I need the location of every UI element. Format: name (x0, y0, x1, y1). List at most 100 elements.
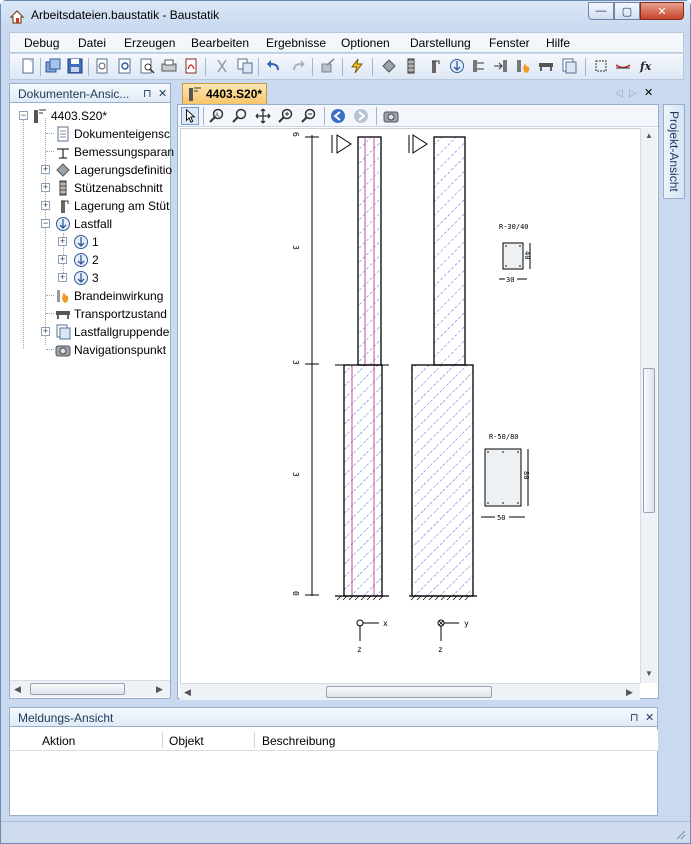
menu-debug[interactable]: Debug (24, 36, 59, 50)
tab-scroll-right-icon[interactable]: ▷ (629, 88, 637, 99)
expand-toggle-root[interactable]: − (19, 111, 28, 120)
pin-icon[interactable]: ⊓ (143, 87, 152, 100)
new-document-icon[interactable] (20, 58, 36, 74)
calculate-icon[interactable] (349, 58, 365, 74)
menu-darstellung[interactable]: Darstellung (410, 36, 471, 50)
load-case-tool-icon[interactable] (449, 58, 465, 74)
zoom-window-icon[interactable] (232, 108, 248, 124)
zoom-out-icon[interactable] (301, 108, 317, 124)
redo-icon[interactable] (290, 58, 306, 74)
expand-toggle-column-support[interactable]: + (41, 201, 50, 210)
undo-icon[interactable] (266, 58, 282, 74)
expand-toggle-load-case-3[interactable]: + (58, 273, 67, 282)
menu-datei[interactable]: Datei (78, 36, 106, 50)
maximize-button[interactable]: ▢ (614, 2, 640, 20)
cut-icon[interactable] (214, 58, 230, 74)
menu-erzeugen[interactable]: Erzeugen (124, 36, 175, 50)
expand-toggle-load-case[interactable]: − (41, 219, 50, 228)
expand-toggle-support-definition[interactable]: + (41, 165, 50, 174)
menu-optionen[interactable]: Optionen (341, 36, 390, 50)
load-tool-icon[interactable] (471, 58, 487, 74)
tree-item-load-case-1[interactable]: 1 (73, 233, 99, 250)
scroll-thumb[interactable] (30, 683, 125, 695)
scroll-left-icon[interactable]: ◀ (14, 684, 21, 695)
expand-toggle-load-group[interactable]: + (41, 327, 50, 336)
scroll-down-icon[interactable]: ▼ (645, 669, 653, 678)
pdf-export-icon[interactable] (183, 58, 199, 74)
print-icon[interactable] (161, 58, 177, 74)
axis-symbol-yz: y z (437, 619, 469, 654)
scroll-right-icon[interactable]: ▶ (156, 684, 163, 695)
fire-tool-icon[interactable] (515, 58, 531, 74)
app-home-icon (9, 10, 25, 24)
canvas-horizontal-scrollbar[interactable]: ◀ ▶ (180, 683, 640, 700)
tree-item-support-definition[interactable]: Lagerungsdefinitio (55, 161, 172, 178)
minimize-button[interactable]: — (588, 2, 614, 20)
document-close-icon[interactable]: ✕ (644, 86, 653, 99)
scroll-left-icon[interactable]: ◀ (184, 687, 191, 698)
open-multiple-icon[interactable] (45, 58, 61, 74)
tab-scroll-left-icon[interactable]: ◁ (615, 88, 623, 99)
column-header-description[interactable]: Beschreibung (262, 734, 335, 748)
panel-close-icon[interactable]: ✕ (158, 87, 167, 100)
section2-label: R-50/80 (489, 433, 519, 441)
tree-item-document-properties[interactable]: Dokumenteigensc (55, 125, 170, 142)
page-setup-icon[interactable] (94, 58, 110, 74)
menu-hilfe[interactable]: Hilfe (546, 36, 570, 50)
load-group-tool-icon[interactable] (561, 58, 577, 74)
column-section-tool-icon[interactable] (403, 58, 419, 74)
panel-close-icon[interactable]: ✕ (645, 711, 654, 724)
transfer-icon[interactable] (320, 58, 336, 74)
pan-icon[interactable] (255, 108, 271, 124)
save-icon[interactable] (67, 58, 83, 74)
tree-item-load-group[interactable]: Lastfallgruppende (55, 323, 169, 340)
zoom-in-icon[interactable] (278, 108, 294, 124)
canvas-vertical-scrollbar[interactable]: ▲ ▼ (640, 128, 657, 683)
print-preview-icon[interactable] (117, 58, 133, 74)
forward-icon[interactable] (353, 108, 369, 124)
close-button[interactable]: ✕ (640, 2, 684, 20)
pin-icon[interactable]: ⊓ (630, 711, 639, 724)
vscroll-thumb[interactable] (643, 368, 655, 513)
beam-load-icon[interactable] (615, 58, 631, 74)
horizontal-load-icon[interactable] (493, 58, 509, 74)
tree-item-navigation[interactable]: Navigationspunkt (55, 341, 166, 358)
formula-icon[interactable]: fx (638, 58, 654, 74)
support-icon[interactable] (381, 58, 397, 74)
tree-item-column-support[interactable]: Lagerung am Stüt (55, 197, 169, 214)
tree-item-design-parameters[interactable]: Bemessungsparan (55, 143, 174, 160)
tree-item-load-case-2[interactable]: 2 (73, 251, 99, 268)
column-support-tool-icon[interactable] (426, 58, 442, 74)
column-header-action[interactable]: Aktion (42, 734, 75, 748)
tree-item-load-case-3[interactable]: 3 (73, 269, 99, 286)
hscroll-thumb[interactable] (326, 686, 492, 698)
pointer-icon[interactable] (181, 107, 199, 125)
menu-bearbeiten[interactable]: Bearbeiten (191, 36, 249, 50)
document-tab[interactable]: 4403.S20* (182, 83, 267, 104)
camera-icon[interactable] (383, 108, 399, 124)
selection-box-icon[interactable] (593, 58, 609, 74)
column-header-object[interactable]: Objekt (169, 734, 204, 748)
tree-item-fire[interactable]: Brandeinwirkung (55, 287, 163, 304)
expand-toggle-column-section[interactable]: + (41, 183, 50, 192)
tree-item-transport[interactable]: Transportzustand (55, 305, 167, 322)
back-icon[interactable] (330, 108, 346, 124)
copy-icon[interactable] (237, 58, 253, 74)
tree-horizontal-scrollbar[interactable]: ◀ ▶ (10, 680, 170, 697)
menu-fenster[interactable]: Fenster (489, 36, 530, 50)
tree-item-column-section[interactable]: Stützenabschnitt (55, 179, 163, 196)
preview-zoom-icon[interactable] (139, 58, 155, 74)
expand-toggle-load-case-1[interactable]: + (58, 237, 67, 246)
scroll-up-icon[interactable]: ▲ (645, 131, 653, 140)
transport-tool-icon[interactable] (538, 58, 554, 74)
expand-toggle-load-case-2[interactable]: + (58, 255, 67, 264)
scroll-right-icon[interactable]: ▶ (626, 687, 633, 698)
resize-grip-icon[interactable] (674, 828, 686, 840)
project-view-tab[interactable]: Projekt-Ansicht (663, 104, 685, 199)
tree-item-root[interactable]: 4403.S20* (32, 107, 107, 124)
zoom-all-icon[interactable]: A (209, 108, 225, 124)
documents-tree: − 4403.S20* Dokumenteigensc Bemessungspa… (9, 103, 174, 699)
tree-item-load-case[interactable]: Lastfall (55, 215, 112, 232)
menu-ergebnisse[interactable]: Ergebnisse (266, 36, 326, 50)
drawing-canvas[interactable]: 6 3 3 3 0 R-30/40 40 30 R-50/80 80 50 x … (180, 128, 640, 683)
